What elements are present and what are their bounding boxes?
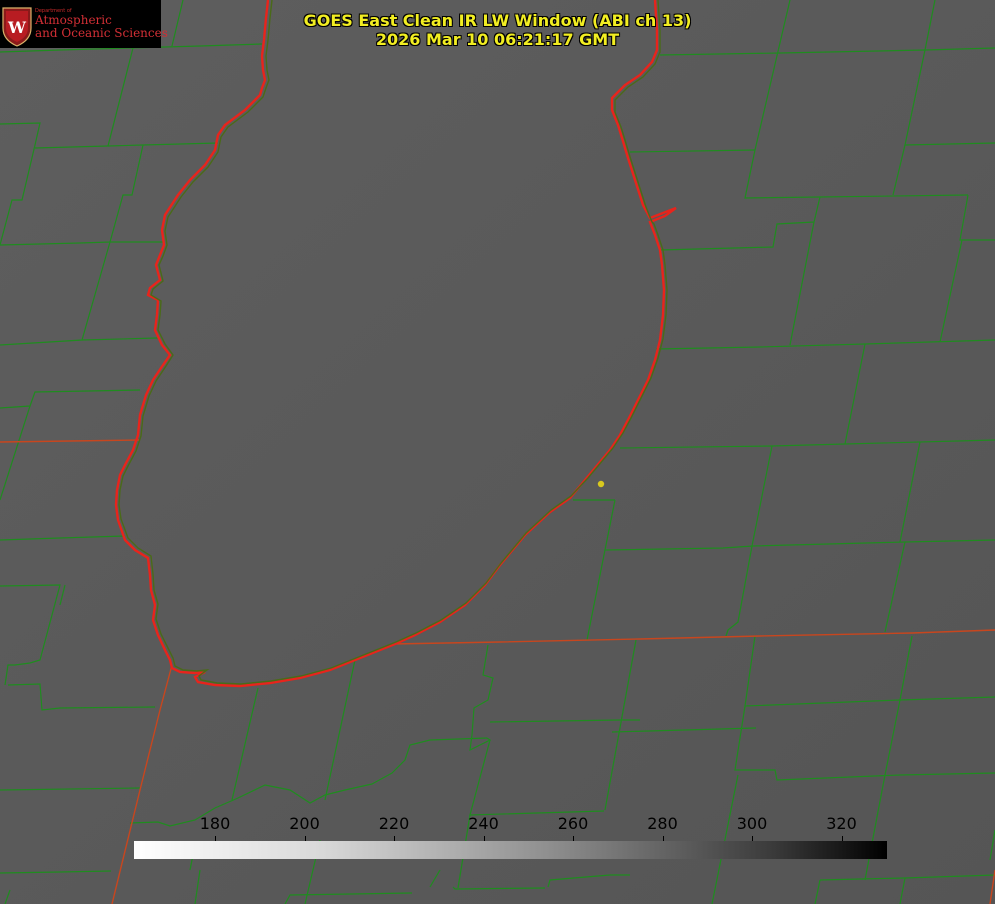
logo-line-2: and Oceanic Sciences (35, 26, 168, 40)
colorbar-tick-mark (394, 836, 395, 841)
colorbar-tick-mark (304, 836, 306, 841)
colorbar-tick-mark (841, 836, 843, 841)
colorbar-tick-label: 200 (289, 814, 320, 833)
colorbar-tick-mark (215, 836, 216, 841)
colorbar-tick-label: 180 (199, 814, 231, 833)
colorbar-tick-label: 300 (736, 814, 768, 833)
colorbar-tick-label: 320 (826, 814, 857, 833)
logo-line-1: Atmospheric (35, 13, 112, 27)
colorbar-tick-label: 280 (647, 814, 678, 833)
university-crest-icon: W (2, 7, 32, 47)
colorbar-tick-mark (662, 836, 664, 841)
colorbar-tick-label: 220 (378, 814, 410, 833)
colorbar-tick-mark (752, 836, 753, 841)
crest-letter: W (7, 18, 27, 37)
satellite-map (0, 0, 995, 904)
colorbar-tick-label: 240 (468, 814, 499, 833)
colorbar-tick-label: 260 (557, 814, 589, 833)
aos-logo: W Department of Atmospheric and Oceanic … (0, 0, 168, 48)
colorbar-tick-mark (483, 836, 485, 841)
satellite-image-viewer: W Department of Atmospheric and Oceanic … (0, 0, 995, 904)
ir-background (0, 0, 995, 904)
location-marker (597, 480, 605, 488)
temperature-colorbar (134, 841, 887, 859)
colorbar-tick-mark (573, 836, 574, 841)
